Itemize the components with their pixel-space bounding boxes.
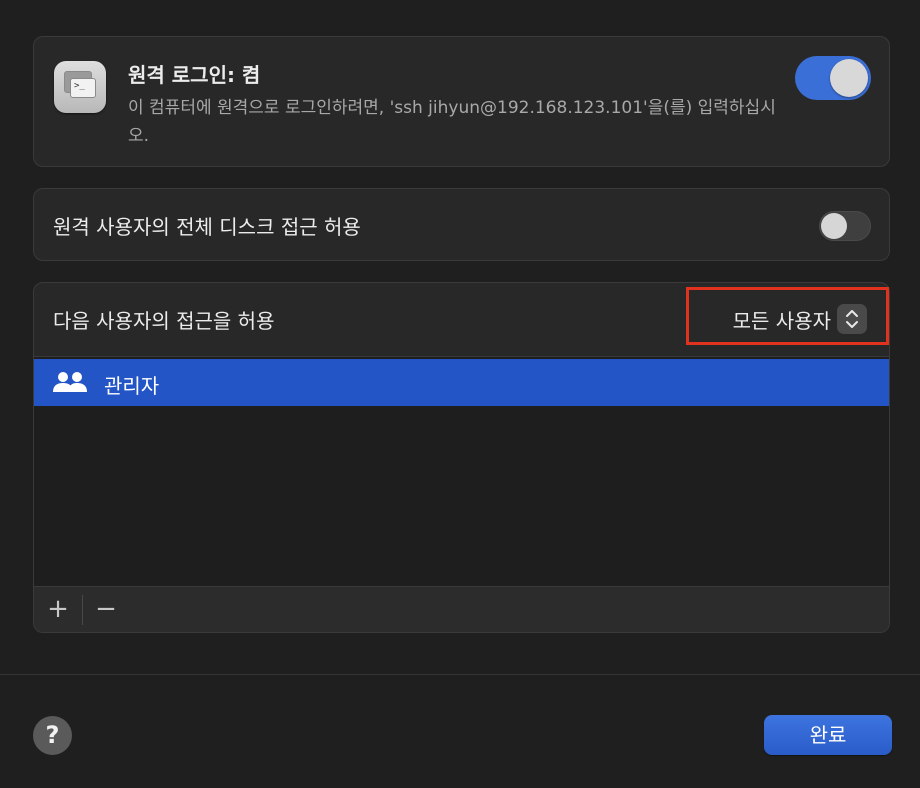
list-toolbar: + − (34, 586, 889, 632)
terminal-window-icon: >_ (54, 61, 106, 113)
allow-access-label: 다음 사용자의 접근을 허용 (53, 309, 275, 333)
full-disk-access-card: 원격 사용자의 전체 디스크 접근 허용 (33, 188, 890, 261)
popup-selected-value: 모든 사용자 (732, 308, 831, 333)
list-item[interactable]: 관리자 (34, 359, 889, 406)
group-users-icon (53, 372, 87, 392)
remote-login-title: 원격 로그인: 켬 (128, 63, 261, 87)
toggle-knob (830, 59, 868, 97)
allow-access-card: 다음 사용자의 접근을 허용 모든 사용자 관리자 + − (33, 282, 890, 633)
user-name: 관리자 (104, 374, 160, 398)
remote-login-card: >_ 원격 로그인: 켬 이 컴퓨터에 원격으로 로그인하려면, 'ssh ji… (33, 36, 890, 167)
remote-login-description: 이 컴퓨터에 원격으로 로그인하려면, 'ssh jihyun@192.168.… (128, 98, 776, 146)
chevron-up-down-icon (837, 304, 867, 334)
chevron-up-down-svg (846, 310, 858, 328)
add-user-button[interactable]: + (38, 593, 78, 625)
footer-divider (0, 674, 920, 675)
toolbar-divider (82, 595, 83, 625)
users-list: 관리자 (34, 356, 889, 586)
full-disk-access-label: 원격 사용자의 전체 디스크 접근 허용 (53, 215, 361, 239)
done-button[interactable]: 완료 (764, 715, 892, 755)
terminal-prompt: >_ (70, 78, 96, 98)
help-button[interactable]: ? (33, 716, 72, 755)
full-disk-access-toggle[interactable] (819, 211, 871, 241)
toggle-knob (821, 213, 847, 239)
remote-login-toggle[interactable] (795, 56, 871, 100)
remove-user-button[interactable]: − (86, 593, 126, 625)
allowed-users-popup[interactable]: 모든 사용자 (733, 303, 867, 335)
